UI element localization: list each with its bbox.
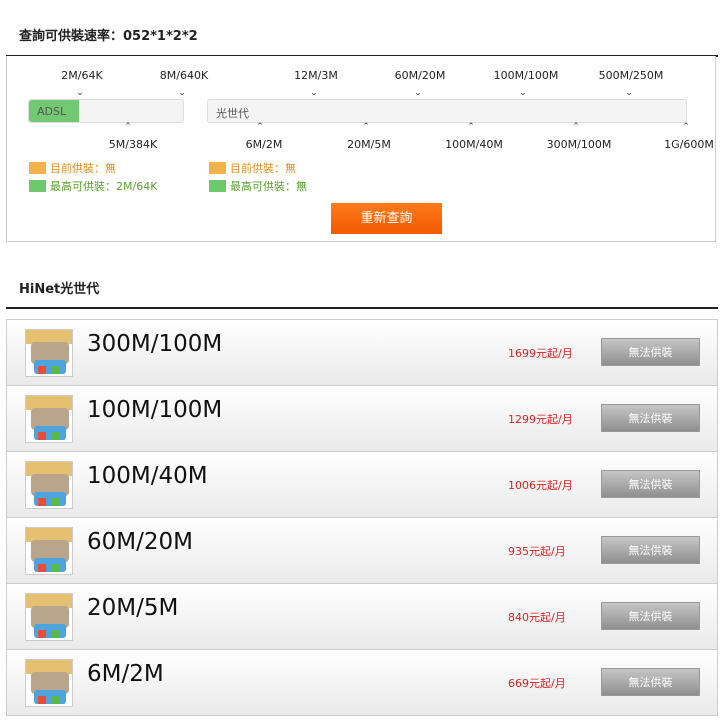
legend-text: 最高可供裝：無 bbox=[230, 180, 307, 193]
top-tick: 8M/640K bbox=[159, 69, 209, 82]
unavailable-button[interactable]: 無法供裝 bbox=[601, 404, 700, 432]
top-tick: 12M/3M bbox=[294, 69, 338, 82]
plan-price: 840元起/月 bbox=[508, 611, 566, 624]
top-tick: 60M/20M bbox=[394, 69, 446, 82]
plan-thumbnail bbox=[25, 461, 73, 509]
chevron-down-icon: ⌄ bbox=[519, 88, 527, 98]
plan-row: 20M/5M 840元起/月 無法供裝 bbox=[7, 584, 717, 650]
fiber-bar-label: 光世代 bbox=[216, 107, 249, 120]
plan-price: 1006元起/月 bbox=[508, 479, 573, 492]
adsl-bar-label: ADSL bbox=[37, 105, 67, 118]
plan-row: 60M/20M 935元起/月 無法供裝 bbox=[7, 518, 717, 584]
plan-list: 300M/100M 1699元起/月 無法供裝 100M/100M 1299元起… bbox=[6, 319, 718, 716]
orange-swatch bbox=[29, 162, 46, 174]
bottom-tick: 300M/100M bbox=[546, 138, 612, 151]
bottom-tick: 6M/2M bbox=[245, 138, 283, 151]
bottom-tick: 100M/40M bbox=[445, 138, 503, 151]
top-tick: 100M/100M bbox=[493, 69, 559, 82]
unavailable-button[interactable]: 無法供裝 bbox=[601, 338, 700, 366]
plan-price: 935元起/月 bbox=[508, 545, 566, 558]
legend-text: 最高可供裝：2M/64K bbox=[50, 180, 158, 193]
unavailable-button[interactable]: 無法供裝 bbox=[601, 668, 700, 696]
unavailable-button[interactable]: 無法供裝 bbox=[601, 536, 700, 564]
green-swatch bbox=[29, 180, 46, 192]
plans-divider bbox=[6, 307, 718, 309]
chevron-up-icon: ⌃ bbox=[682, 122, 690, 132]
plan-name: 20M/5M bbox=[87, 595, 179, 621]
plan-thumbnail bbox=[25, 593, 73, 641]
chevron-down-icon: ⌄ bbox=[76, 88, 84, 98]
plan-thumbnail bbox=[25, 395, 73, 443]
bottom-tick: 5M/384K bbox=[108, 138, 158, 151]
fiber-speed-bar[interactable]: 光世代 bbox=[207, 99, 687, 123]
adsl-legend-current: 目前供裝：無 bbox=[29, 160, 116, 176]
plan-row: 300M/100M 1699元起/月 無法供裝 bbox=[7, 320, 717, 386]
plan-row: 100M/40M 1006元起/月 無法供裝 bbox=[7, 452, 717, 518]
chevron-down-icon: ⌄ bbox=[178, 88, 186, 98]
orange-swatch bbox=[209, 162, 226, 174]
plan-name: 60M/20M bbox=[87, 529, 193, 555]
plans-section-title: HiNet光世代 bbox=[19, 282, 100, 297]
plan-price: 1699元起/月 bbox=[508, 347, 573, 360]
plan-name: 300M/100M bbox=[87, 331, 223, 357]
adsl-legend-max: 最高可供裝：2M/64K bbox=[29, 178, 157, 194]
unavailable-button[interactable]: 無法供裝 bbox=[601, 602, 700, 630]
plan-price: 669元起/月 bbox=[508, 677, 566, 690]
plan-row: 6M/2M 669元起/月 無法供裝 bbox=[7, 650, 717, 716]
green-swatch bbox=[209, 180, 226, 192]
plan-thumbnail bbox=[25, 659, 73, 707]
top-tick: 2M/64K bbox=[61, 69, 103, 82]
plan-thumbnail bbox=[25, 329, 73, 377]
plan-name: 100M/100M bbox=[87, 397, 223, 423]
plan-name: 6M/2M bbox=[87, 661, 164, 687]
adsl-speed-bar[interactable]: ADSL bbox=[28, 99, 184, 123]
chevron-down-icon: ⌄ bbox=[310, 88, 318, 98]
page-title: 查詢可供裝速率：052*1*2*2 bbox=[19, 29, 198, 44]
chevron-up-icon: ⌃ bbox=[124, 122, 132, 132]
bottom-tick: 20M/5M bbox=[347, 138, 391, 151]
chevron-down-icon: ⌄ bbox=[625, 88, 633, 98]
fiber-legend-max: 最高可供裝：無 bbox=[209, 178, 307, 194]
chevron-down-icon: ⌄ bbox=[414, 88, 422, 98]
plan-name: 100M/40M bbox=[87, 463, 208, 489]
legend-text: 目前供裝：無 bbox=[50, 162, 116, 175]
fiber-legend-current: 目前供裝：無 bbox=[209, 160, 296, 176]
chevron-up-icon: ⌃ bbox=[362, 122, 370, 132]
requery-button[interactable]: 重新查詢 bbox=[331, 203, 442, 234]
plan-thumbnail bbox=[25, 527, 73, 575]
legend-text: 目前供裝：無 bbox=[230, 162, 296, 175]
speed-selector: 2M/64K 8M/640K 12M/3M 60M/20M 100M/100M … bbox=[6, 56, 716, 242]
unavailable-button[interactable]: 無法供裝 bbox=[601, 470, 700, 498]
top-tick: 500M/250M bbox=[598, 69, 664, 82]
chevron-up-icon: ⌃ bbox=[572, 122, 580, 132]
bottom-tick: 1G/600M bbox=[664, 138, 714, 151]
chevron-up-icon: ⌃ bbox=[467, 122, 475, 132]
plan-row: 100M/100M 1299元起/月 無法供裝 bbox=[7, 386, 717, 452]
plan-price: 1299元起/月 bbox=[508, 413, 573, 426]
chevron-up-icon: ⌃ bbox=[256, 122, 264, 132]
